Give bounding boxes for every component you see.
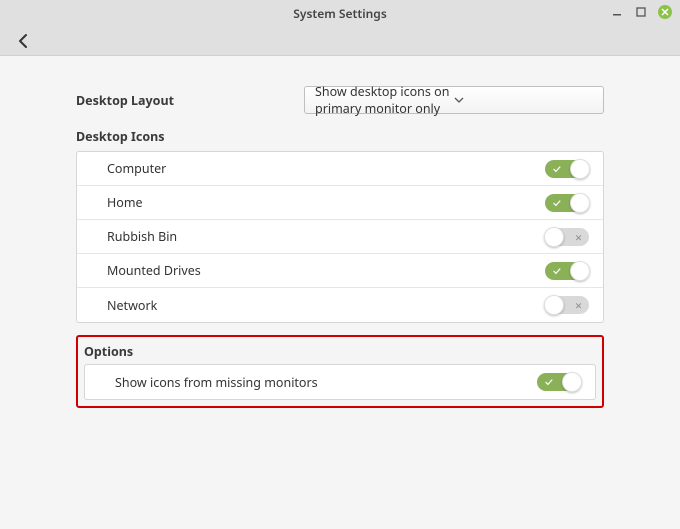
- item-label: Network: [107, 297, 157, 314]
- toggle-switch[interactable]: [545, 296, 589, 314]
- item-label: Rubbish Bin: [107, 228, 177, 245]
- toggle-knob: [544, 227, 564, 247]
- list-item: Home: [77, 186, 603, 220]
- desktop-layout-select[interactable]: Show desktop icons on primary monitor on…: [304, 86, 604, 114]
- chevron-down-icon: [454, 92, 593, 109]
- options-heading: Options: [84, 343, 596, 360]
- item-label: Mounted Drives: [107, 262, 201, 279]
- select-value: Show desktop icons on primary monitor on…: [315, 83, 454, 117]
- list-item: Mounted Drives: [77, 254, 603, 288]
- desktop-icons-list: Computer Home Rubbish Bin Mounted Drives Net…: [76, 151, 604, 323]
- toggle-knob: [570, 159, 590, 179]
- toggle-switch[interactable]: [545, 262, 589, 280]
- options-highlight: Options Show icons from missing monitors: [76, 335, 604, 408]
- window-controls: [610, 5, 672, 19]
- window-title: System Settings: [293, 5, 386, 22]
- back-button[interactable]: [12, 29, 36, 53]
- minimize-icon[interactable]: [610, 5, 624, 19]
- settings-panel: Desktop Layout Show desktop icons on pri…: [0, 56, 680, 428]
- toggle-knob: [544, 295, 564, 315]
- list-item: Computer: [77, 152, 603, 186]
- toggle-switch[interactable]: [545, 228, 589, 246]
- list-item: Rubbish Bin: [77, 220, 603, 254]
- options-list: Show icons from missing monitors: [84, 364, 596, 400]
- desktop-icons-heading: Desktop Icons: [76, 128, 604, 145]
- list-item: Network: [77, 288, 603, 322]
- toggle-switch[interactable]: [545, 160, 589, 178]
- toggle-switch[interactable]: [545, 194, 589, 212]
- toggle-knob: [570, 261, 590, 281]
- toggle-knob: [570, 193, 590, 213]
- toolbar: [0, 26, 680, 56]
- desktop-layout-row: Desktop Layout Show desktop icons on pri…: [76, 86, 604, 114]
- toggle-knob: [562, 372, 582, 392]
- item-label: Computer: [107, 160, 166, 177]
- desktop-layout-label: Desktop Layout: [76, 92, 174, 109]
- close-icon[interactable]: [658, 5, 672, 19]
- list-item: Show icons from missing monitors: [85, 365, 595, 399]
- toggle-switch[interactable]: [537, 373, 581, 391]
- item-label: Home: [107, 194, 143, 211]
- item-label: Show icons from missing monitors: [115, 374, 318, 391]
- maximize-icon[interactable]: [634, 5, 648, 19]
- titlebar: System Settings: [0, 0, 680, 26]
